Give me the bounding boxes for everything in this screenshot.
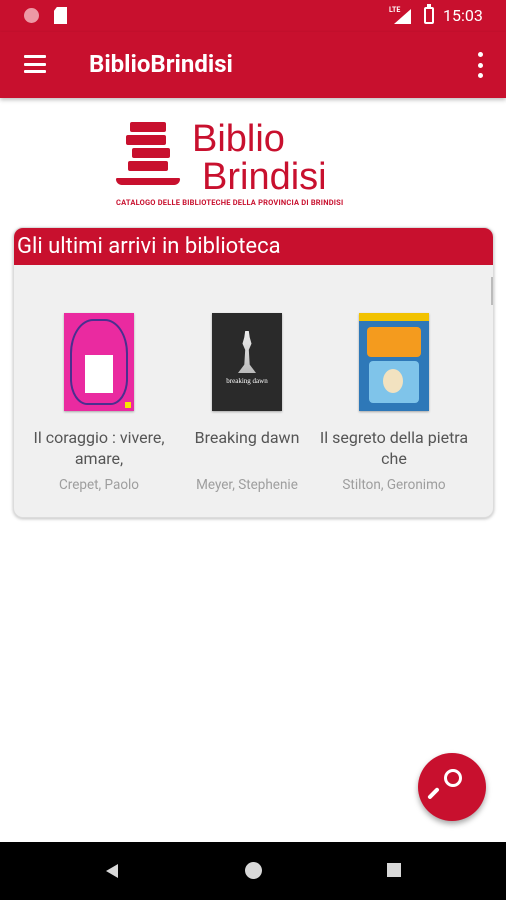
network-type: LTE [389, 6, 401, 14]
search-icon [444, 769, 462, 787]
sd-card-icon [54, 7, 67, 24]
next-book-peek [493, 443, 494, 457]
logo-wordmark: Biblio Brindisi [192, 120, 327, 196]
nav-home-icon[interactable] [245, 862, 262, 879]
next-book-author-peek: S [486, 515, 493, 517]
scroll-indicator [491, 277, 493, 305]
logo-subtitle: CATALOGO DELLE BIBLIOTECHE DELLA PROVINC… [116, 198, 344, 207]
book-title: Il coraggio : vivere, amare, [33, 428, 165, 468]
new-arrivals-card: Gli ultimi arrivi in biblioteca Il corag… [13, 227, 494, 518]
brand-logo: Biblio Brindisi CATALOGO DELLE BIBLIOTEC… [112, 118, 402, 214]
status-time: 15:03 [443, 6, 483, 25]
search-button[interactable] [418, 753, 486, 821]
books-carousel[interactable]: Il coraggio : vivere, amare, Crepet, Pao… [14, 265, 493, 517]
logo-line-1: Biblio [192, 118, 285, 160]
menu-icon[interactable] [24, 55, 46, 73]
book-author: Stilton, Geronimo [342, 477, 446, 493]
books-hand-icon [116, 122, 180, 194]
section-title: Gli ultimi arrivi in biblioteca [14, 228, 493, 265]
nav-back-icon[interactable] [106, 864, 118, 878]
book-title: Breaking dawn [194, 428, 300, 447]
book-item[interactable]: Il coraggio : vivere, amare, Crepet, Pao… [24, 313, 174, 493]
book-item[interactable]: breaking dawn Breaking dawn Meyer, Steph… [172, 313, 322, 493]
system-nav-bar [0, 842, 506, 900]
book-cover[interactable] [359, 313, 429, 411]
book-cover-title: breaking dawn [226, 377, 268, 385]
book-cover[interactable]: breaking dawn [212, 313, 282, 411]
book-author: Meyer, Stephenie [196, 477, 298, 493]
nav-recents-icon[interactable] [387, 863, 401, 877]
book-cover[interactable] [64, 313, 134, 411]
book-item[interactable]: Il segreto della pietra che Stilton, Ger… [319, 313, 469, 493]
app-bar: BiblioBrindisi [0, 32, 506, 98]
battery-icon [424, 4, 434, 24]
app-title: BiblioBrindisi [89, 50, 233, 78]
logo-line-2: Brindisi [202, 156, 327, 198]
book-title: Il segreto della pietra che [319, 428, 469, 468]
status-bar: LTE 15:03 [0, 0, 506, 32]
notification-dot-icon [24, 8, 39, 23]
book-author: Crepet, Paolo [58, 477, 140, 493]
more-vert-icon[interactable] [473, 52, 487, 78]
